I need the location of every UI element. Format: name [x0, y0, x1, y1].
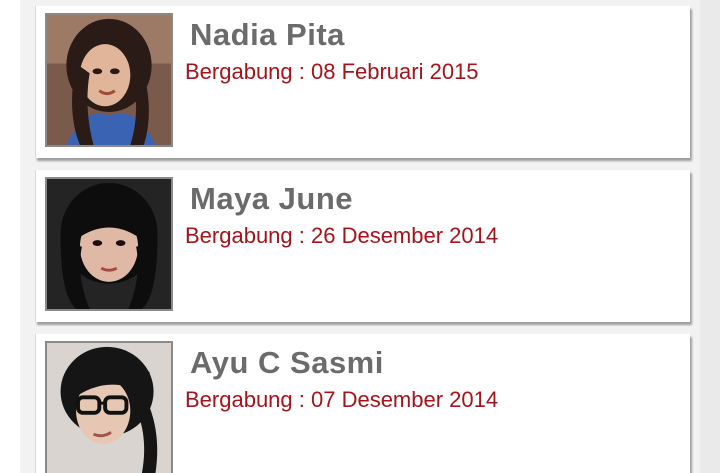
member-avatar[interactable] [45, 341, 173, 473]
member-photo [47, 15, 171, 145]
member-join-date: Bergabung : 08 Februari 2015 [185, 59, 479, 84]
member-name[interactable]: Maya June [190, 181, 353, 217]
member-avatar[interactable] [45, 177, 173, 311]
member-name[interactable]: Nadia Pita [190, 17, 345, 53]
member-card[interactable]: Ayu C Sasmi Bergabung : 07 Desember 2014 [35, 334, 690, 473]
left-margin [0, 0, 20, 473]
member-photo [47, 343, 171, 473]
member-join-date: Bergabung : 26 Desember 2014 [185, 223, 499, 248]
member-card[interactable]: Nadia Pita Bergabung : 08 Februari 2015 [35, 6, 690, 158]
member-photo [47, 179, 171, 309]
member-name[interactable]: Ayu C Sasmi [190, 345, 384, 381]
member-join-date: Bergabung : 07 Desember 2014 [185, 387, 499, 412]
scroll-edge [700, 0, 720, 473]
member-avatar[interactable] [45, 13, 173, 147]
member-card[interactable]: Maya June Bergabung : 26 Desember 2014 [35, 170, 690, 322]
